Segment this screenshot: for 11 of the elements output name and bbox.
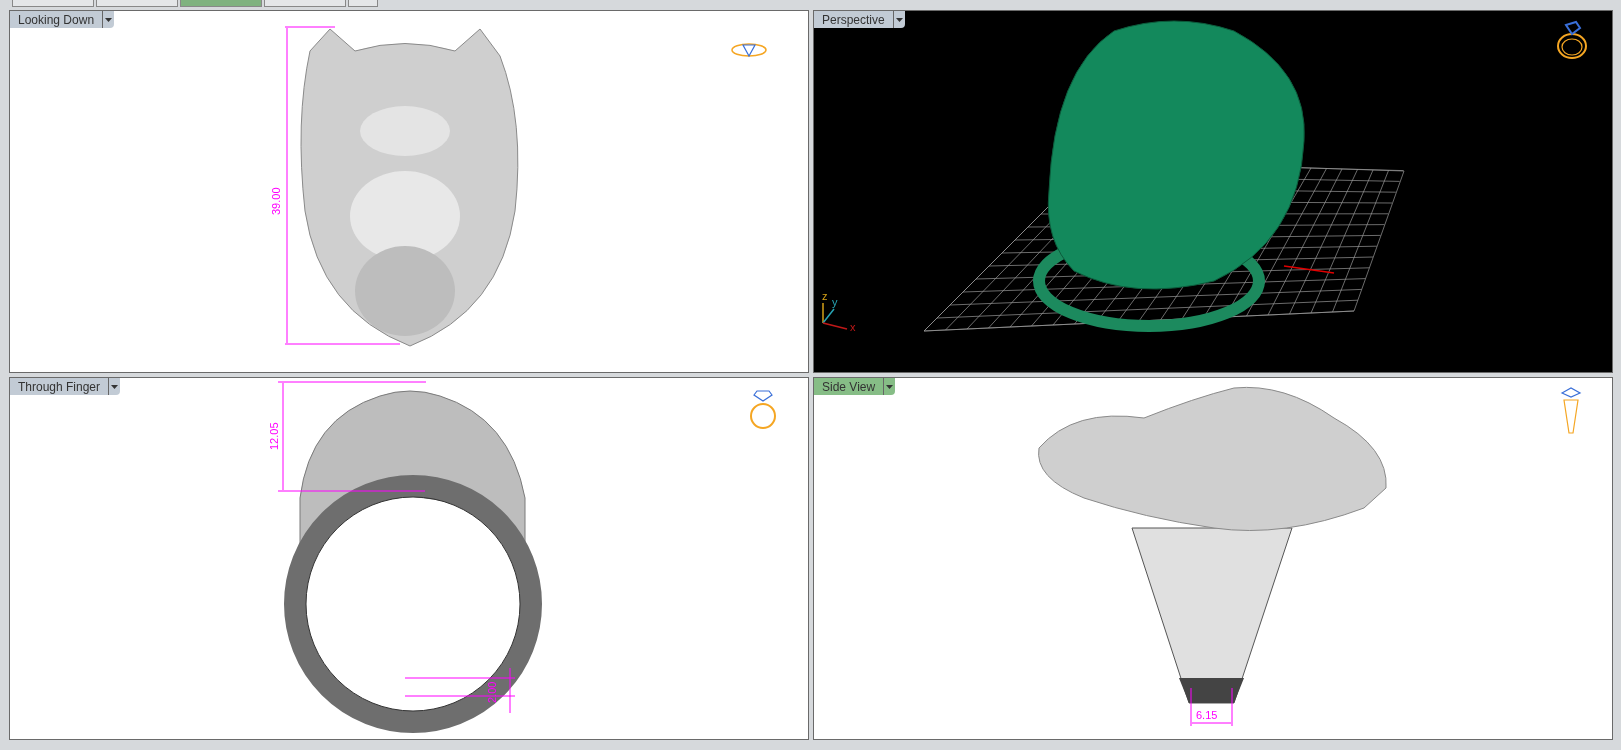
axis-label: y — [832, 297, 838, 308]
viewport[interactable]: 39.00 Looking Down — [9, 10, 809, 373]
dimension-value: 12.05 — [266, 422, 281, 450]
viewport[interactable]: 6.15 Side View — [813, 377, 1613, 740]
viewport-label[interactable]: Perspective — [814, 11, 905, 28]
dimension-value: 6.15 — [1196, 708, 1218, 723]
dimension-value: 39.00 — [268, 187, 283, 215]
viewport-label[interactable]: Through Finger — [10, 378, 121, 395]
viewport-label[interactable]: Side View — [814, 378, 896, 395]
axis-label: z — [822, 291, 828, 302]
viewport-label[interactable]: Looking Down — [10, 11, 115, 28]
